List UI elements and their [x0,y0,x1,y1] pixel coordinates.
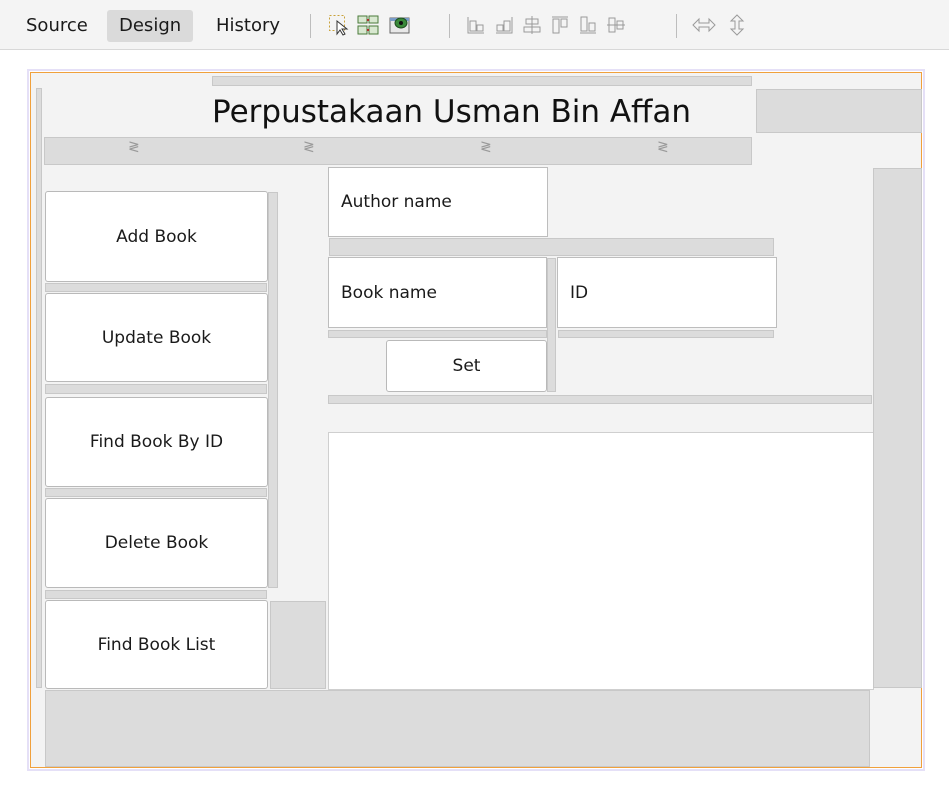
change-vertical-resizability-icon[interactable] [728,14,746,36]
book-list-output-area[interactable] [328,432,874,690]
button-gap-filler [45,590,267,599]
add-book-button[interactable]: Add Book [45,191,268,282]
title-bottom-gap-filler [44,137,752,165]
align-left-icon[interactable] [465,14,487,36]
align-top-icon[interactable] [549,14,571,36]
field-gap-filler [328,330,547,338]
selection-mode-icon[interactable] [327,14,351,36]
update-book-button[interactable]: Update Book [45,293,268,382]
button-gap-filler [45,283,267,292]
top-gap-filler [212,76,752,86]
toolbar-separator [310,14,311,38]
tab-history[interactable]: History [204,10,292,42]
spring-icon: ≷ [128,139,140,155]
change-horizontal-resizability-icon[interactable] [690,14,718,36]
field-separator-gap-filler [547,258,556,392]
set-row-gap-filler [328,395,872,404]
center-horizontally-icon[interactable] [521,14,543,36]
id-field[interactable]: ID [557,257,777,328]
align-bottom-icon[interactable] [577,14,599,36]
field-gap-filler [329,238,774,256]
title-label[interactable]: Perpustakaan Usman Bin Affan [212,94,691,130]
author-name-field[interactable]: Author name [328,167,548,237]
book-name-field[interactable]: Book name [328,257,547,328]
center-vertically-icon[interactable] [605,14,627,36]
tab-design[interactable]: Design [107,10,194,42]
align-right-icon[interactable] [493,14,515,36]
button-gap-filler [45,488,267,497]
toolbar-separator [449,14,450,38]
button-gap-filler [45,384,267,394]
find-book-list-button[interactable]: Find Book List [45,600,268,689]
find-book-by-id-button[interactable]: Find Book By ID [45,397,268,487]
preview-design-icon[interactable] [388,14,412,36]
spring-icon: ≷ [657,139,669,155]
field-gap-filler [558,330,774,338]
toolbar-separator [676,14,677,38]
tab-source[interactable]: Source [14,10,100,42]
title-right-gap-filler [756,89,922,133]
delete-book-button[interactable]: Delete Book [45,498,268,588]
spring-icon: ≷ [303,139,315,155]
editor-toolbar: Source Design History [0,0,949,50]
spring-icon: ≷ [480,139,492,155]
button-column-gap-filler [268,192,278,588]
bottom-left-gap-filler [270,601,326,689]
bottom-gap-filler [45,690,870,767]
connection-mode-icon[interactable] [356,14,380,36]
right-gap-filler [873,168,922,688]
set-button[interactable]: Set [386,340,547,392]
left-gap-filler [36,88,42,688]
